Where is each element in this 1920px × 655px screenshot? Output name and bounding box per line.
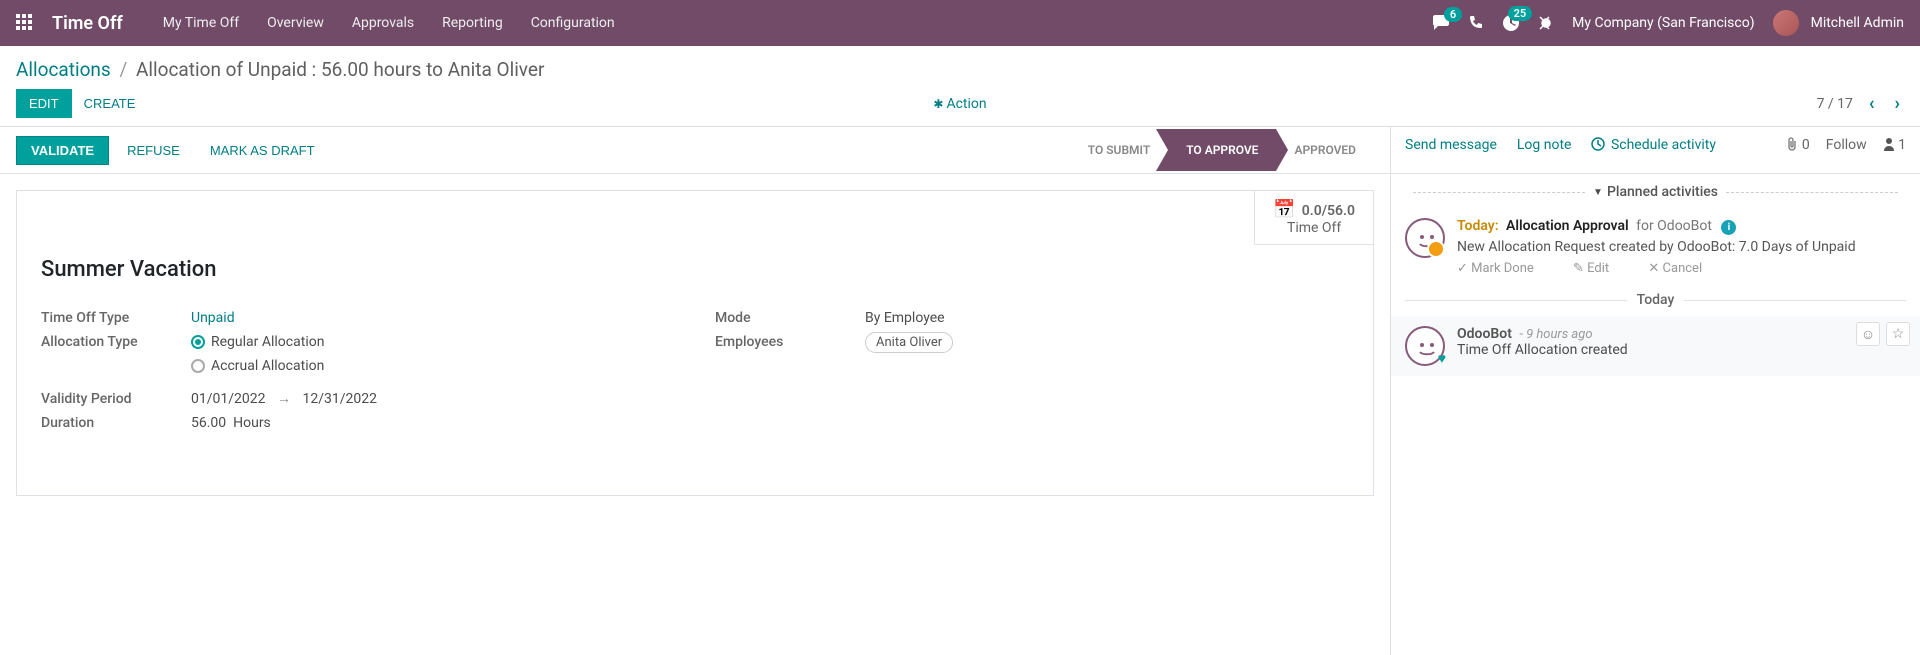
validate-button[interactable]: VALIDATE [16, 136, 109, 165]
activities-icon[interactable]: 25 [1502, 14, 1520, 32]
activity-title[interactable]: Allocation Approval [1506, 218, 1629, 234]
app-brand[interactable]: Time Off [52, 13, 123, 34]
user-name: Mitchell Admin [1811, 15, 1904, 31]
messages-badge: 6 [1444, 7, 1462, 22]
gear-icon: ✱ [933, 97, 943, 111]
company-switcher[interactable]: My Company (San Francisco) [1572, 15, 1754, 31]
status-to-approve[interactable]: TO APPROVE [1168, 129, 1276, 171]
form-sheet: 📅 0.0/56.0 Time Off Summer Vacation Time … [16, 190, 1374, 496]
debug-icon[interactable] [1538, 15, 1554, 31]
employee-tag[interactable]: Anita Oliver [865, 332, 953, 353]
pager: 7 / 17 ‹ › [1817, 93, 1904, 114]
radio-checked-icon [191, 335, 205, 349]
nav-approvals[interactable]: Approvals [352, 15, 414, 31]
day-separator: Today [1391, 284, 1920, 316]
pager-next[interactable]: › [1891, 93, 1904, 114]
radio-unchecked-icon [191, 359, 205, 373]
pager-prev[interactable]: ‹ [1865, 93, 1879, 114]
followers-button[interactable]: 1 [1883, 137, 1906, 153]
radio-regular-allocation[interactable]: Regular Allocation [191, 334, 324, 350]
label-duration: Duration [41, 415, 191, 431]
nav-my-time-off[interactable]: My Time Off [163, 15, 239, 31]
pager-value[interactable]: 7 / 17 [1817, 96, 1853, 112]
caret-down-icon: ▼ [1593, 187, 1603, 198]
log-note-button[interactable]: Log note [1517, 137, 1572, 153]
calendar-icon: 📅 [1273, 199, 1295, 220]
stat-number: 0.0/56.0 [1302, 203, 1355, 219]
activity-description: New Allocation Request created by OdooBo… [1457, 239, 1906, 255]
breadcrumb-parent[interactable]: Allocations [16, 58, 111, 81]
user-menu[interactable]: Mitchell Admin [1773, 10, 1904, 36]
form-pane: 📅 0.0/56.0 Time Off Summer Vacation Time … [0, 174, 1390, 655]
apps-icon[interactable] [16, 14, 34, 32]
record-title: Summer Vacation [41, 257, 1349, 282]
breadcrumb-current: Allocation of Unpaid : 56.00 hours to An… [136, 58, 544, 81]
emoji-button[interactable]: ☺ [1856, 322, 1880, 346]
label-validity: Validity Period [41, 391, 191, 407]
stat-time-off-button[interactable]: 📅 0.0/56.0 Time Off [1254, 191, 1373, 245]
follow-button[interactable]: Follow [1826, 137, 1867, 153]
activities-badge: 25 [1508, 6, 1533, 21]
message-avatar[interactable]: ♥ [1405, 326, 1445, 366]
info-icon[interactable]: i [1721, 220, 1736, 235]
action-menu[interactable]: ✱Action [933, 96, 986, 112]
nav-overview[interactable]: Overview [267, 15, 324, 31]
field-validity: 01/01/2022 → 12/31/2022 [191, 390, 377, 407]
chatter-pane: ▼ Planned activities Today: Allocation A… [1390, 174, 1920, 655]
status-to-submit[interactable]: TO SUBMIT [1070, 129, 1168, 171]
field-duration: 56.00 Hours [191, 415, 271, 431]
schedule-activity-button[interactable]: Schedule activity [1591, 137, 1716, 153]
activity-assignee: for OdooBot [1636, 218, 1712, 234]
label-mode: Mode [715, 310, 865, 326]
create-button[interactable]: CREATE [72, 90, 148, 117]
messages-icon[interactable]: 6 [1432, 15, 1450, 31]
field-mode: By Employee [865, 310, 945, 326]
cancel-activity-button[interactable]: ✕ Cancel [1648, 261, 1720, 276]
planned-activities-header[interactable]: ▼ Planned activities [1391, 174, 1920, 210]
message-item: ♥ OdooBot - 9 hours ago Time Off Allocat… [1391, 316, 1920, 376]
control-bar: Allocations / Allocation of Unpaid : 56.… [0, 46, 1920, 126]
send-message-button[interactable]: Send message [1405, 137, 1497, 153]
status-approved[interactable]: APPROVED [1276, 129, 1374, 171]
stat-label: Time Off [1273, 220, 1355, 236]
status-bar: VALIDATE REFUSE MARK AS DRAFT TO SUBMIT … [0, 126, 1920, 174]
nav-configuration[interactable]: Configuration [531, 15, 615, 31]
nav-reporting[interactable]: Reporting [442, 15, 503, 31]
message-body: Time Off Allocation created [1457, 342, 1628, 358]
radio-accrual-allocation[interactable]: Accrual Allocation [191, 358, 324, 374]
nav-menu: My Time Off Overview Approvals Reporting… [163, 15, 615, 31]
message-author[interactable]: OdooBot [1457, 326, 1512, 342]
label-time-off-type: Time Off Type [41, 310, 191, 326]
chatter-topbar: Send message Log note Schedule activity … [1391, 127, 1920, 163]
label-employees: Employees [715, 334, 865, 350]
activity-due: Today: [1457, 218, 1499, 234]
heart-icon: ♥ [1438, 350, 1446, 367]
user-avatar [1773, 10, 1799, 36]
top-navbar: Time Off My Time Off Overview Approvals … [0, 0, 1920, 46]
phone-icon[interactable] [1468, 15, 1484, 31]
activity-item: Today: Allocation Approval for OdooBot i… [1391, 210, 1920, 284]
edit-button[interactable]: EDIT [16, 89, 72, 118]
label-allocation-type: Allocation Type [41, 334, 191, 350]
breadcrumb-sep: / [119, 58, 127, 81]
refuse-button[interactable]: REFUSE [115, 137, 192, 164]
message-time: - 9 hours ago [1519, 327, 1592, 342]
mark-draft-button[interactable]: MARK AS DRAFT [198, 137, 327, 164]
activity-avatar[interactable] [1405, 218, 1445, 258]
arrow-icon: → [277, 391, 291, 407]
mark-done-button[interactable]: ✓ Mark Done [1457, 261, 1552, 276]
star-button[interactable]: ☆ [1886, 322, 1910, 346]
edit-activity-button[interactable]: ✎ Edit [1573, 261, 1627, 276]
attachments-button[interactable]: 0 [1786, 137, 1809, 153]
field-time-off-type[interactable]: Unpaid [191, 310, 235, 326]
activity-type-icon [1427, 240, 1445, 258]
breadcrumb: Allocations / Allocation of Unpaid : 56.… [16, 58, 1904, 81]
status-flow: TO SUBMIT TO APPROVE APPROVED [1070, 129, 1374, 171]
